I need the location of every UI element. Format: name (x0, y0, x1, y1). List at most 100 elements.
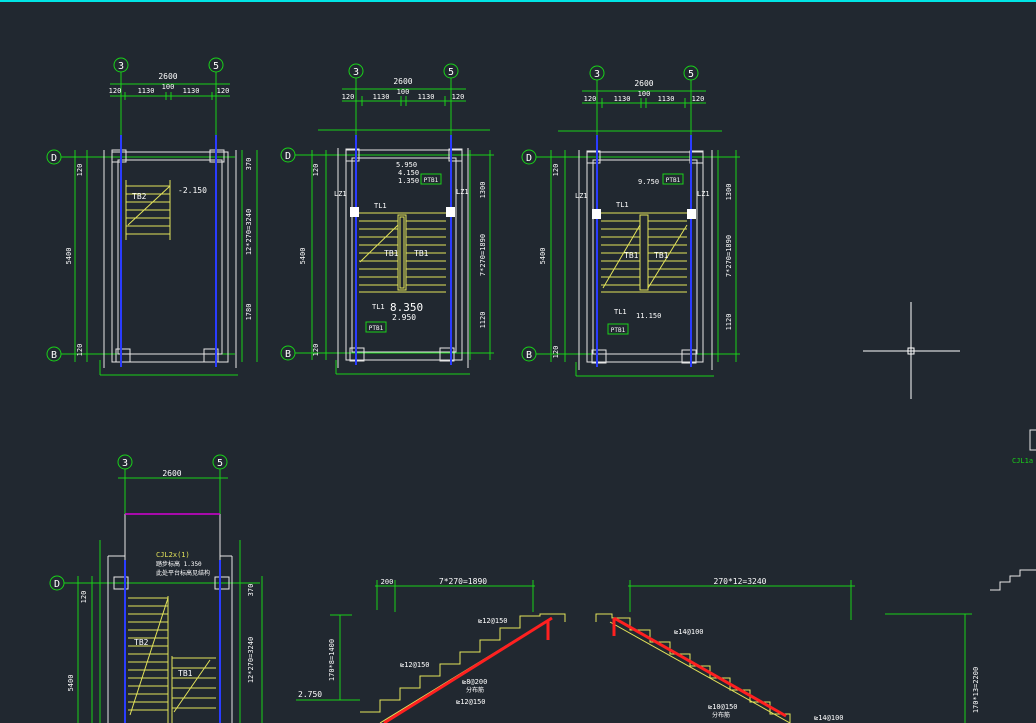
dim-run: 7*270=1890 (439, 577, 487, 586)
svg-text:D: D (526, 153, 532, 164)
dim-120-side: 120 (552, 164, 560, 177)
svg-text:3: 3 (122, 458, 128, 469)
dim-100: 100 (162, 83, 175, 91)
dim-120: 120 (342, 93, 355, 101)
svg-text:B: B (526, 350, 532, 361)
column-lz1 (350, 207, 359, 217)
dim-5400: 5400 (67, 675, 75, 692)
column-lz1 (446, 207, 455, 217)
svg-text:3: 3 (118, 61, 124, 72)
svg-text:5: 5 (213, 61, 219, 72)
label-lz1: LZ1 (456, 188, 469, 196)
dim-120-side: 120 (80, 591, 88, 604)
dim-370: 370 (247, 584, 255, 597)
dim-100: 100 (638, 90, 651, 98)
label-tl1: TL1 (614, 308, 627, 316)
dim-1780: 1780 (245, 304, 253, 321)
dim-120-side: 120 (312, 164, 320, 177)
rebar-label: ⊵12@150 (478, 617, 508, 625)
label-lz1: LZ1 (334, 190, 347, 198)
svg-text:D: D (285, 151, 291, 162)
svg-text:3: 3 (353, 67, 359, 78)
rebar-note: 分布筋 (712, 711, 730, 719)
dim-1130: 1130 (418, 93, 435, 101)
svg-text:B: B (285, 349, 291, 360)
dim-1130: 1130 (138, 87, 155, 95)
label-tb1: TB1 (178, 669, 193, 678)
rebar-label: ⊵14@100 (814, 714, 844, 722)
dim-2600: 2600 (158, 72, 177, 81)
elevation-mark: 2.750 (298, 690, 322, 699)
elevation-mark: 9.750 (638, 178, 659, 186)
beam-note-line: 踏步标高 1.350 (156, 560, 202, 568)
rebar-label: ⊵12@150 (400, 661, 430, 669)
label-ptb1: PTB1 (611, 327, 626, 334)
cad-drawing-canvas[interactable]: 3 5 2600 120 1130 100 1130 120 D B TB2 -… (0, 0, 1036, 723)
label-tb1: TB1 (414, 249, 429, 258)
dim-120: 120 (109, 87, 122, 95)
label-tl1: TL1 (616, 201, 629, 209)
label-lz1: LZ1 (575, 192, 588, 200)
svg-text:B: B (51, 350, 57, 361)
svg-text:D: D (54, 579, 60, 590)
svg-text:3: 3 (594, 69, 600, 80)
dim-run: 270*12=3240 (714, 577, 767, 586)
dim-2600: 2600 (634, 79, 653, 88)
dim-stair-run: 7*270=1890 (479, 234, 487, 276)
dim-stair-run: 12*270=3240 (245, 209, 253, 255)
dim-1130: 1130 (373, 93, 390, 101)
dim-120-side: 120 (552, 346, 560, 359)
dim-120: 120 (217, 87, 230, 95)
label-ptb1: PTB1 (369, 325, 384, 332)
label-tb2: TB2 (134, 638, 149, 647)
elevation-mark: 2.950 (392, 313, 416, 322)
dim-rise: 170*8=1400 (328, 639, 336, 681)
svg-text:5: 5 (688, 69, 694, 80)
svg-text:5: 5 (448, 67, 454, 78)
rebar-label: ⊵8@200 (462, 678, 487, 686)
dim-120: 120 (452, 93, 465, 101)
dim-370: 370 (245, 158, 253, 171)
label-tb1: TB1 (624, 251, 639, 260)
dim-1130: 1130 (183, 87, 200, 95)
elevation-mark: 11.150 (636, 312, 661, 320)
dim-1300: 1300 (479, 182, 487, 199)
dim-200: 200 (381, 578, 394, 586)
column-lz1 (592, 209, 601, 219)
beam-note-line: 此处平台标高见结构 (156, 569, 210, 577)
label-ptb1: PTB1 (666, 177, 681, 184)
tag-cjl1a: CJL1a (1012, 457, 1033, 465)
dim-120-side: 120 (312, 344, 320, 357)
svg-text:D: D (51, 153, 57, 164)
label-tb2: TB2 (132, 192, 147, 201)
rebar-note: 分布筋 (466, 686, 484, 694)
elevation-mark: -2.150 (178, 186, 207, 195)
elevation-mark: 1.350 (398, 177, 419, 185)
dim-5400: 5400 (299, 248, 307, 265)
dim-120: 120 (584, 95, 597, 103)
label-tl1: TL1 (374, 202, 387, 210)
label-tb1: TB1 (654, 251, 669, 260)
rebar-label: ⊵12@150 (456, 698, 486, 706)
elevation-mark: 5.950 (396, 161, 417, 169)
dim-120-side: 120 (76, 344, 84, 357)
dim-1120: 1120 (725, 314, 733, 331)
dim-5400: 5400 (65, 248, 73, 265)
beam-note: CJL2x(1) (156, 551, 190, 559)
dim-1120: 1120 (479, 312, 487, 329)
dim-rise: 170*13=2200 (972, 667, 980, 713)
dim-120: 120 (692, 95, 705, 103)
top-border (0, 0, 1036, 2)
label-ptb1: PTB1 (424, 177, 439, 184)
dim-1130: 1130 (614, 95, 631, 103)
label-tb1: TB1 (384, 249, 399, 258)
dim-5400: 5400 (539, 248, 547, 265)
label-lz1: LZ1 (697, 190, 710, 198)
dim-stair-run: 12*270=3240 (247, 637, 255, 683)
dim-stair-run: 7*270=1890 (725, 235, 733, 277)
dim-2600: 2600 (393, 77, 412, 86)
column-lz1 (687, 209, 696, 219)
dim-100: 100 (397, 88, 410, 96)
dim-1130: 1130 (658, 95, 675, 103)
dim-120-side: 120 (76, 164, 84, 177)
